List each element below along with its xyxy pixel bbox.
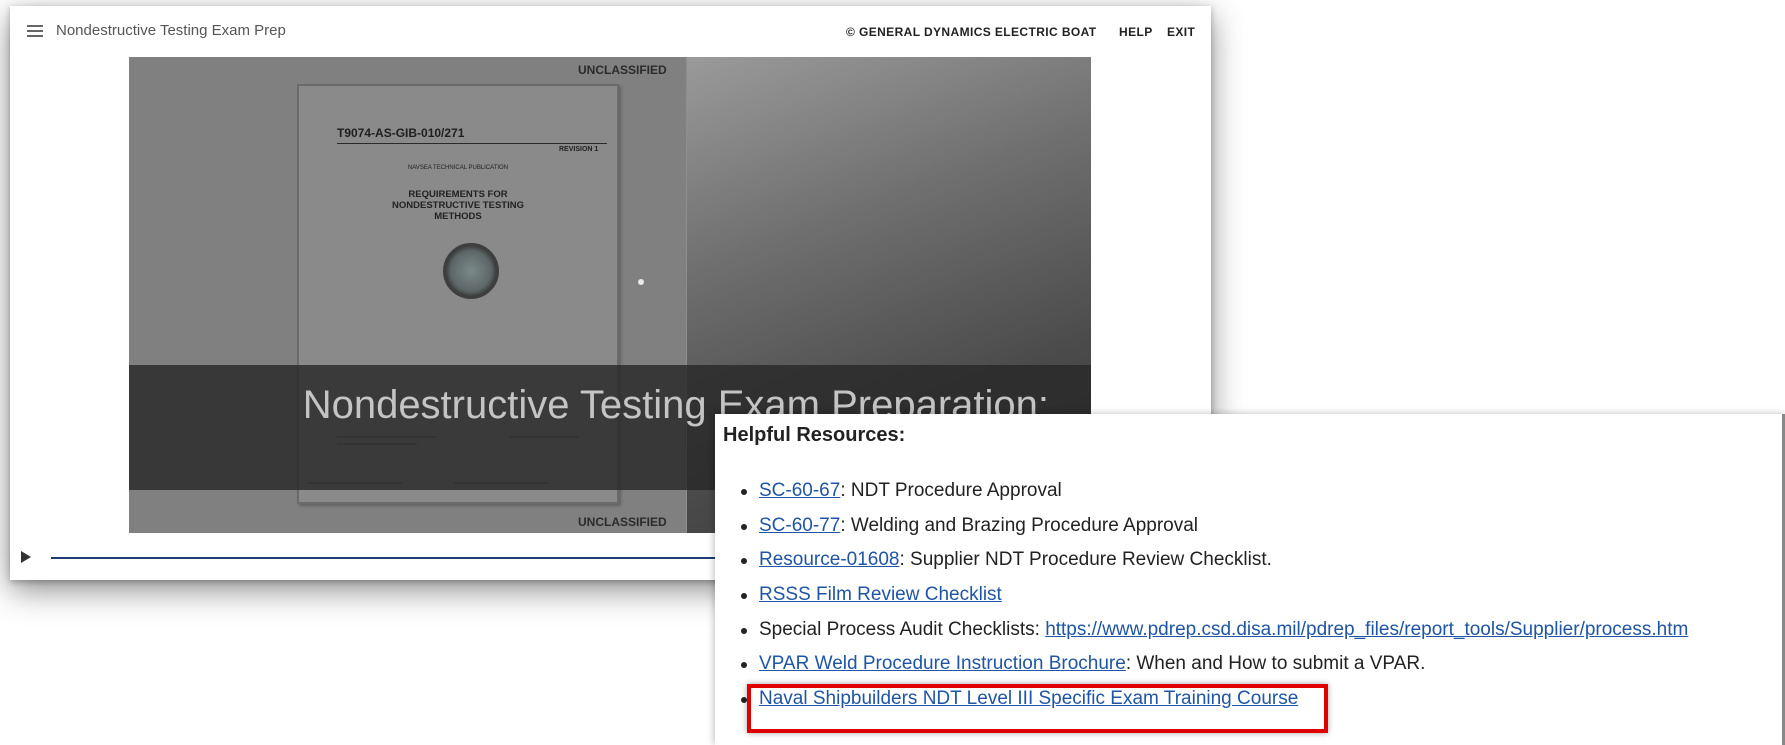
navsea-seal-icon (443, 243, 499, 299)
document-revision: REVISION 1 (559, 146, 599, 153)
resource-link-rsss-film[interactable]: RSSS Film Review Checklist (759, 584, 1002, 605)
resource-description: : When and How to submit a VPAR. (1125, 653, 1426, 675)
resource-link-pdrep-process[interactable]: https://www.pdrep.csd.disa.mil/pdrep_fil… (1045, 619, 1688, 640)
list-item: Resource-01608: Supplier NDT Procedure R… (723, 549, 1688, 584)
document-title-line: METHODS (434, 211, 482, 222)
document-rule (337, 143, 607, 144)
resource-link-sc-60-77[interactable]: SC-60-77 (759, 515, 840, 536)
resource-description: : Supplier NDT Procedure Review Checklis… (899, 549, 1272, 571)
bullet-icon (741, 662, 747, 669)
copyright-text: © GENERAL DYNAMICS ELECTRIC BOAT (846, 25, 1097, 39)
resource-prefix: Special Process Audit Checklists: (759, 618, 1046, 640)
list-item: VPAR Weld Procedure Instruction Brochure… (723, 653, 1688, 688)
resource-link-sc-60-67[interactable]: SC-60-67 (759, 480, 840, 501)
bullet-icon (741, 523, 747, 530)
classification-bottom: UNCLASSIFIED (578, 515, 667, 529)
document-title-line: REQUIREMENTS FOR (408, 189, 508, 200)
bullet-icon (741, 489, 747, 495)
help-link[interactable]: HELP (1119, 25, 1153, 39)
player-top-bar: Nondestructive Testing Exam Prep © GENER… (10, 6, 1211, 58)
play-icon[interactable] (21, 551, 31, 563)
exit-link[interactable]: EXIT (1167, 25, 1195, 39)
resource-link-vpar-brochure[interactable]: VPAR Weld Procedure Instruction Brochure (759, 653, 1126, 674)
list-item: RSSS Film Review Checklist (723, 584, 1688, 619)
bullet-icon (741, 627, 747, 634)
document-title-line: NONDESTRUCTIVE TESTING (392, 200, 524, 211)
resource-link-01608[interactable]: Resource-01608 (759, 549, 899, 570)
resources-heading: Helpful Resources: (723, 424, 906, 446)
hamburger-menu-icon[interactable] (27, 25, 43, 37)
document-number: T9074-AS-GIB-010/271 (337, 126, 465, 140)
bullet-icon (741, 558, 747, 565)
resource-description: : NDT Procedure Approval (840, 480, 1062, 501)
highlight-annotation-box (747, 684, 1328, 733)
document-title: REQUIREMENTS FOR NONDESTRUCTIVE TESTING … (299, 189, 617, 222)
list-item: SC-60-77: Welding and Brazing Procedure … (723, 515, 1688, 550)
list-item: Special Process Audit Checklists: https:… (723, 619, 1688, 654)
resource-description: : Welding and Brazing Procedure Approval (840, 514, 1199, 536)
app-title: Nondestructive Testing Exam Prep (56, 22, 286, 39)
bullet-icon (741, 593, 747, 600)
slide-indicator-dot (638, 279, 644, 285)
helpful-resources-panel: Helpful Resources: SC-60-67: NDT Procedu… (715, 414, 1785, 745)
document-publication-type: NAVSEA TECHNICAL PUBLICATION (407, 165, 509, 171)
classification-top: UNCLASSIFIED (578, 63, 667, 77)
list-item: SC-60-67: NDT Procedure Approval (723, 480, 1688, 515)
